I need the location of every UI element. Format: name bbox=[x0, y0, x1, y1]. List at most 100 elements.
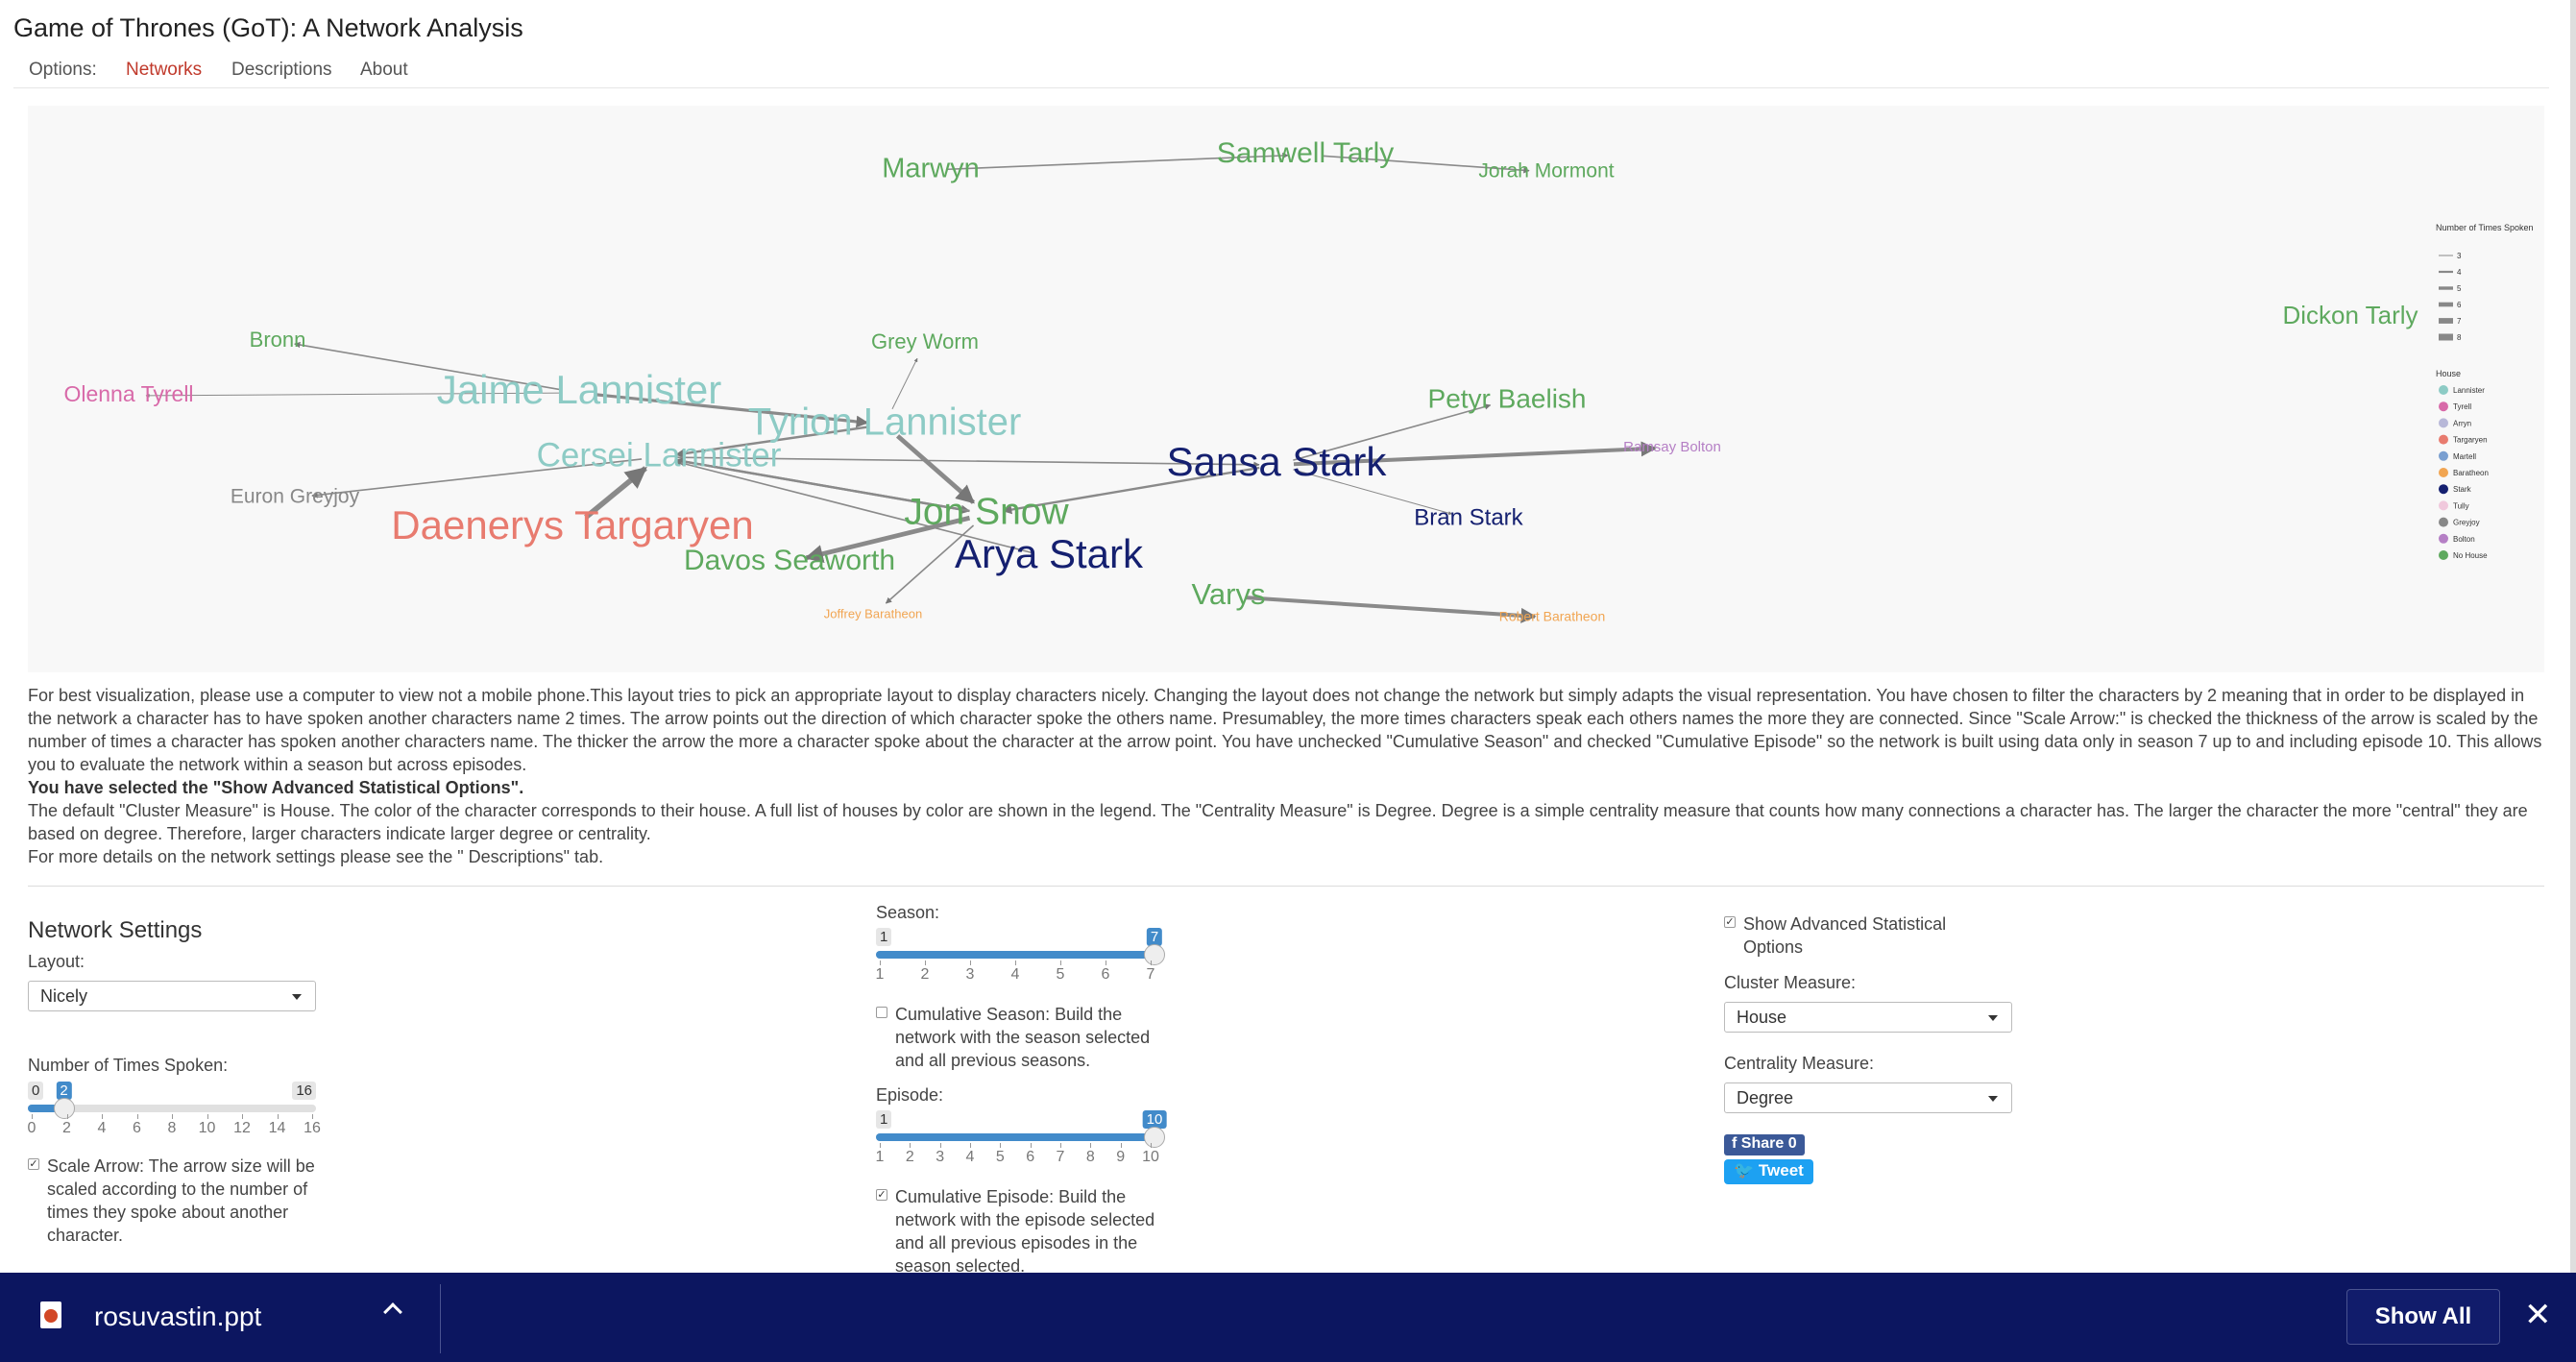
slider-tick-label: 4 bbox=[1010, 966, 1020, 983]
node-sansa[interactable]: Sansa Stark bbox=[1167, 439, 1388, 484]
tab-about[interactable]: About bbox=[360, 60, 408, 81]
node-cersei[interactable]: Cersei Lannister bbox=[537, 436, 782, 474]
cluster-measure-select[interactable]: House bbox=[1724, 1002, 2012, 1033]
powerpoint-file-icon bbox=[40, 1301, 61, 1328]
slider-tick-mark bbox=[32, 1114, 33, 1119]
slider-handle[interactable] bbox=[53, 1098, 75, 1119]
share-label: Share 0 bbox=[1740, 1135, 1797, 1152]
legend-house-label: Lannister bbox=[2453, 386, 2485, 395]
legend-house-label: Targaryen bbox=[2453, 436, 2488, 445]
node-bronn[interactable]: Bronn bbox=[250, 328, 306, 352]
legend-house-label: No House bbox=[2453, 551, 2488, 560]
node-petyr[interactable]: Petyr Baelish bbox=[1428, 383, 1587, 413]
slider-tick-label: 7 bbox=[1146, 966, 1155, 983]
facebook-icon: f bbox=[1732, 1135, 1741, 1152]
download-bar: rosuvastin.ppt Show All ✕ bbox=[0, 1273, 2576, 1362]
slider-tick-label: 3 bbox=[965, 966, 975, 983]
node-dickon[interactable]: Dickon Tarly bbox=[2282, 301, 2418, 329]
times-spoken-slider[interactable]: 0 16 2 0 2 4 6 8 10 12 14 16 bbox=[28, 1082, 321, 1143]
slider-tick-mark bbox=[880, 1143, 881, 1148]
node-jon[interactable]: Jon Snow bbox=[904, 491, 1069, 532]
slider-tick-mark bbox=[939, 1143, 941, 1148]
legend-house-dot bbox=[2439, 401, 2448, 412]
slider-tick-mark bbox=[1030, 1143, 1032, 1148]
cumulative-episode-checkbox[interactable]: ✓ bbox=[876, 1189, 887, 1201]
node-davos[interactable]: Davos Seaworth bbox=[684, 545, 895, 576]
description-text: For best visualization, please use a com… bbox=[28, 686, 2542, 774]
slider-tick-label: 7 bbox=[1056, 1149, 1065, 1165]
tweet-button[interactable]: 🐦 Tweet bbox=[1724, 1159, 1813, 1184]
node-jaime[interactable]: Jaime Lannister bbox=[437, 367, 721, 412]
chevron-down-icon bbox=[1988, 1096, 1998, 1102]
advanced-options-text: Show Advanced Statistical Options bbox=[1743, 914, 1947, 957]
slider-tick-label: 2 bbox=[62, 1120, 71, 1136]
chevron-down-icon bbox=[292, 994, 302, 1000]
node-samwell[interactable]: Samwell Tarly bbox=[1217, 137, 1395, 169]
advanced-options-notice: You have selected the "Show Advanced Sta… bbox=[28, 778, 524, 797]
slider-handle[interactable] bbox=[1144, 1127, 1165, 1148]
scale-arrow-text: Scale Arrow: The arrow size will be scal… bbox=[47, 1156, 315, 1245]
episode-slider[interactable]: 1 10 1 2 3 4 5 6 7 8 9 10 bbox=[876, 1110, 1167, 1172]
centrality-measure-label: Centrality Measure: bbox=[1724, 1054, 1875, 1073]
slider-tick-label: 4 bbox=[97, 1120, 107, 1136]
slider-tick-label: 6 bbox=[1101, 966, 1110, 983]
node-varys[interactable]: Varys bbox=[1192, 577, 1266, 611]
legend-arrow-label: 8 bbox=[2457, 333, 2462, 342]
slider-tick-label: 2 bbox=[905, 1149, 914, 1165]
slider-tick-mark bbox=[102, 1114, 103, 1119]
node-robert[interactable]: Robert Baratheon bbox=[1499, 609, 1606, 624]
scale-arrow-checkbox[interactable]: ✓ bbox=[28, 1158, 39, 1170]
network-canvas[interactable]: Marwyn Samwell Tarly Jorah Mormont Dickon T… bbox=[28, 106, 2544, 672]
legend-house-dot bbox=[2439, 550, 2448, 560]
legend-arrow-label: 7 bbox=[2457, 317, 2462, 326]
node-jorah[interactable]: Jorah Mormont bbox=[1478, 160, 1614, 182]
network-graph[interactable]: Marwyn Samwell Tarly Jorah Mormont Dickon T… bbox=[28, 106, 2544, 672]
node-olenna[interactable]: Olenna Tyrell bbox=[63, 381, 193, 406]
download-filename[interactable]: rosuvastin.ppt bbox=[94, 1301, 261, 1332]
slider-fill bbox=[876, 951, 1154, 959]
node-arya[interactable]: Arya Stark bbox=[955, 531, 1144, 576]
layout-select[interactable]: Nicely bbox=[28, 981, 316, 1011]
close-icon[interactable]: ✕ bbox=[2524, 1298, 2552, 1332]
node-ramsay[interactable]: Ramsay Bolton bbox=[1623, 439, 1721, 455]
node-daenerys[interactable]: Daenerys Targaryen bbox=[391, 502, 753, 547]
nav-options[interactable]: Options: bbox=[29, 60, 97, 81]
season-settings-panel: Season: 1 7 1 2 3 4 5 6 7 Cumulative Season: Bui… bbox=[876, 903, 1183, 1276]
page-scrollbar[interactable] bbox=[2570, 0, 2576, 1273]
twitter-icon: 🐦 bbox=[1734, 1161, 1759, 1180]
node-marwyn[interactable]: Marwyn bbox=[882, 154, 980, 184]
cumulative-season-checkbox[interactable] bbox=[876, 1007, 887, 1018]
facebook-share-button[interactable]: f Share 0 bbox=[1724, 1134, 1805, 1155]
node-joffrey[interactable]: Joffrey Baratheon bbox=[824, 606, 922, 620]
centrality-measure-value: Degree bbox=[1737, 1088, 1794, 1107]
chevron-down-icon bbox=[1988, 1015, 1998, 1021]
slider-tick-mark bbox=[970, 1143, 971, 1148]
node-euron[interactable]: Euron Greyjoy bbox=[231, 486, 360, 508]
legend-house-dot bbox=[2439, 517, 2448, 527]
tab-descriptions[interactable]: Descriptions bbox=[231, 60, 332, 81]
node-greyworm[interactable]: Grey Worm bbox=[871, 329, 979, 353]
tab-networks[interactable]: Networks bbox=[126, 60, 202, 81]
edge-varys-robert bbox=[1245, 596, 1537, 623]
slider-handle[interactable] bbox=[1144, 944, 1165, 965]
season-slider[interactable]: 1 71 2 3 4 5 6 7 bbox=[876, 928, 1165, 989]
slider-tick-label: 2 bbox=[920, 966, 930, 983]
node-bran[interactable]: Bran Stark bbox=[1414, 504, 1523, 530]
slider-tick-label: 16 bbox=[304, 1120, 321, 1136]
advanced-options-checkbox[interactable]: ✓ bbox=[1724, 916, 1736, 928]
node-tyrion[interactable]: Tyrion Lannister bbox=[748, 401, 1022, 444]
legend-house-label: Greyjoy bbox=[2453, 519, 2480, 527]
slider-tick-mark bbox=[1015, 961, 1016, 965]
legend-house-dot bbox=[2439, 385, 2448, 395]
centrality-measure-select[interactable]: Degree bbox=[1724, 1082, 2012, 1113]
network-settings-panel: Network Settings Layout: Nicely Number o… bbox=[28, 917, 335, 1263]
season-label: Season: bbox=[876, 903, 940, 922]
legend-house-label: Stark bbox=[2453, 485, 2472, 494]
show-all-button[interactable]: Show All bbox=[2346, 1289, 2500, 1345]
chevron-up-icon[interactable] bbox=[383, 1302, 402, 1322]
slider-tick-mark bbox=[277, 1114, 279, 1119]
legend-arrow-label: 6 bbox=[2457, 301, 2462, 309]
slider-tick-mark bbox=[66, 1114, 68, 1119]
slider-tick-label: 9 bbox=[1116, 1149, 1126, 1165]
episode-label: Episode: bbox=[876, 1085, 944, 1105]
